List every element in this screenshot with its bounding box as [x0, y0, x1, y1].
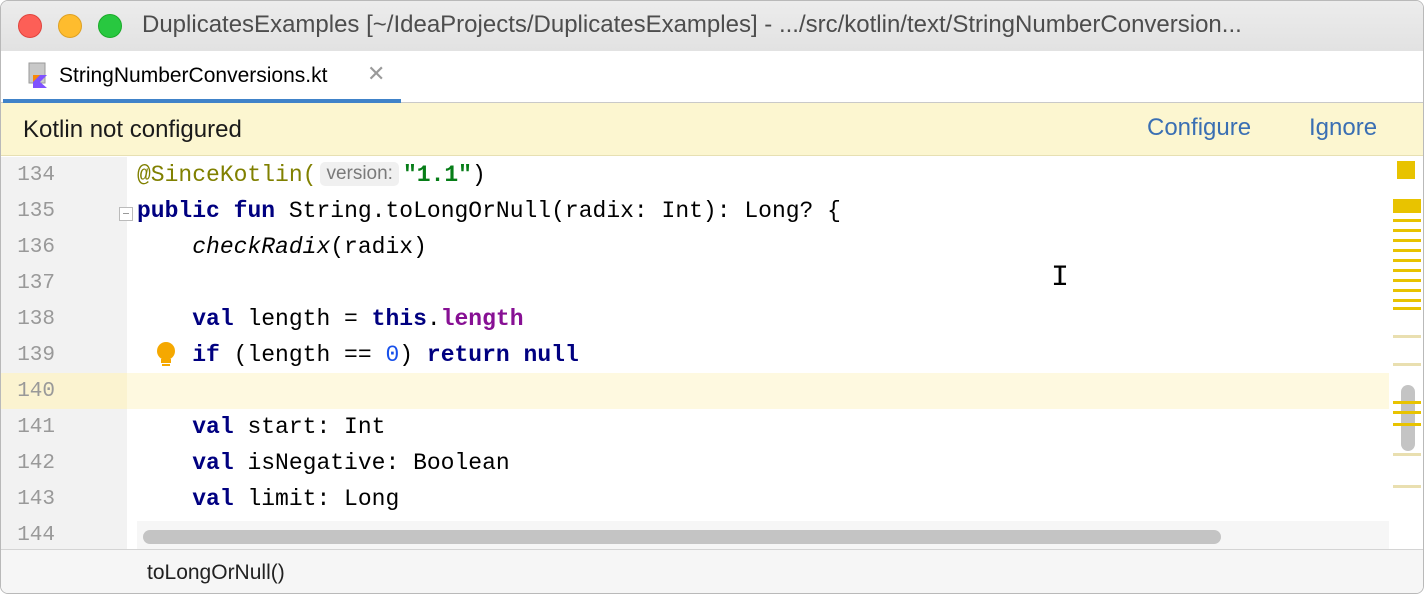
code-line-136: checkRadix(radix) — [137, 234, 427, 260]
keyword-token: val — [192, 414, 234, 440]
warning-mark[interactable] — [1393, 249, 1421, 252]
kotlin-not-configured-banner: Kotlin not configured Configure Ignore — [1, 103, 1423, 156]
info-mark[interactable] — [1393, 335, 1421, 338]
warning-mark[interactable] — [1393, 239, 1421, 242]
warning-mark[interactable] — [1393, 401, 1421, 404]
code-token: limit: Long — [233, 486, 400, 512]
warning-mark[interactable] — [1393, 299, 1421, 302]
string-token: "1.1" — [402, 162, 472, 188]
info-mark[interactable] — [1393, 363, 1421, 366]
close-window-button[interactable] — [18, 14, 42, 38]
warning-mark[interactable] — [1393, 307, 1421, 310]
warning-mark[interactable] — [1393, 199, 1421, 213]
line-number: 137 — [17, 272, 55, 295]
warning-mark[interactable] — [1393, 269, 1421, 272]
annotation-token: @SinceKotlin( — [137, 162, 317, 188]
keyword-token: this — [371, 306, 427, 332]
warning-mark[interactable] — [1393, 289, 1421, 292]
current-line-highlight — [1, 373, 1389, 409]
warning-mark[interactable] — [1393, 411, 1421, 414]
error-stripe[interactable] — [1389, 157, 1423, 549]
code-line-139: if (length == 0) return null — [137, 342, 579, 368]
warning-mark[interactable] — [1393, 229, 1421, 232]
line-number: 142 — [17, 452, 55, 475]
parameter-hint: version: — [320, 162, 399, 186]
code-line-134: @SinceKotlin(version: "1.1") — [137, 162, 486, 188]
title-bar: DuplicatesExamples [~/IdeaProjects/Dupli… — [1, 1, 1423, 51]
breadcrumb-item[interactable]: toLongOrNull() — [147, 561, 285, 585]
line-number: 135 — [17, 200, 55, 223]
keyword-token: return — [426, 342, 510, 368]
configure-link[interactable]: Configure — [1147, 114, 1251, 142]
code-token: ) — [399, 342, 427, 368]
warning-mark[interactable] — [1393, 259, 1421, 262]
line-number: 139 — [17, 344, 55, 367]
code-token: ) — [471, 162, 486, 188]
info-mark[interactable] — [1393, 453, 1421, 456]
fold-marker-icon[interactable] — [119, 207, 133, 221]
code-line-143: val limit: Long — [137, 486, 399, 512]
keyword-token: val — [192, 450, 234, 476]
warning-mark[interactable] — [1393, 219, 1421, 222]
maximize-window-button[interactable] — [98, 14, 122, 38]
warning-mark[interactable] — [1393, 423, 1421, 426]
code-token: (radix) — [330, 234, 427, 260]
tab-string-number-conversions[interactable]: StringNumberConversions.kt ✕ — [3, 51, 401, 103]
keyword-token: public — [137, 198, 220, 224]
horizontal-scrollbar[interactable] — [137, 521, 1389, 549]
code-line-141: val start: Int — [137, 414, 385, 440]
code-token: start: Int — [233, 414, 386, 440]
code-token: isNegative: Boolean — [233, 450, 510, 476]
breadcrumb: toLongOrNull() — [1, 549, 1423, 593]
banner-message: Kotlin not configured — [23, 116, 242, 143]
code-editor[interactable]: 134 135 136 137 138 139 140 141 142 143 … — [1, 157, 1423, 549]
editor-tab-bar: StringNumberConversions.kt ✕ — [1, 51, 1423, 103]
warning-mark[interactable] — [1393, 279, 1421, 282]
close-tab-icon[interactable]: ✕ — [367, 61, 385, 87]
line-number: 144 — [17, 524, 55, 547]
code-token: . — [426, 306, 441, 332]
code-token: (length == — [219, 342, 386, 368]
line-number: 140 — [17, 380, 55, 403]
warning-status-icon[interactable] — [1397, 161, 1415, 179]
text-cursor-icon: I — [1051, 261, 1070, 295]
number-token: 0 — [385, 342, 400, 368]
keyword-token: val — [192, 486, 234, 512]
minimize-window-button[interactable] — [58, 14, 82, 38]
vertical-scrollbar-thumb[interactable] — [1401, 385, 1415, 451]
line-number: 143 — [17, 488, 55, 511]
code-line-135: public fun String.toLongOrNull(radix: In… — [137, 198, 841, 224]
line-number: 141 — [17, 416, 55, 439]
code-token: length = — [233, 306, 372, 332]
keyword-token: if — [192, 342, 220, 368]
line-number: 138 — [17, 308, 55, 331]
ignore-link[interactable]: Ignore — [1309, 114, 1377, 142]
code-line-138: val length = this.length — [137, 306, 524, 332]
window-title: DuplicatesExamples [~/IdeaProjects/Dupli… — [142, 11, 1242, 38]
keyword-token: val — [192, 306, 234, 332]
kotlin-file-icon — [28, 62, 47, 88]
function-call-token: checkRadix — [192, 234, 331, 260]
code-token: String.toLongOrNull(radix: Int): Long? { — [275, 198, 841, 224]
code-line-142: val isNegative: Boolean — [137, 450, 510, 476]
line-number: 136 — [17, 236, 55, 259]
line-number: 134 — [17, 164, 55, 187]
keyword-token: fun — [233, 198, 276, 224]
keyword-token: null — [523, 342, 579, 368]
ide-window: DuplicatesExamples [~/IdeaProjects/Dupli… — [0, 0, 1424, 594]
horizontal-scrollbar-thumb[interactable] — [143, 530, 1221, 544]
info-mark[interactable] — [1393, 485, 1421, 488]
tab-label: StringNumberConversions.kt — [59, 64, 328, 87]
field-token: length — [440, 306, 524, 332]
